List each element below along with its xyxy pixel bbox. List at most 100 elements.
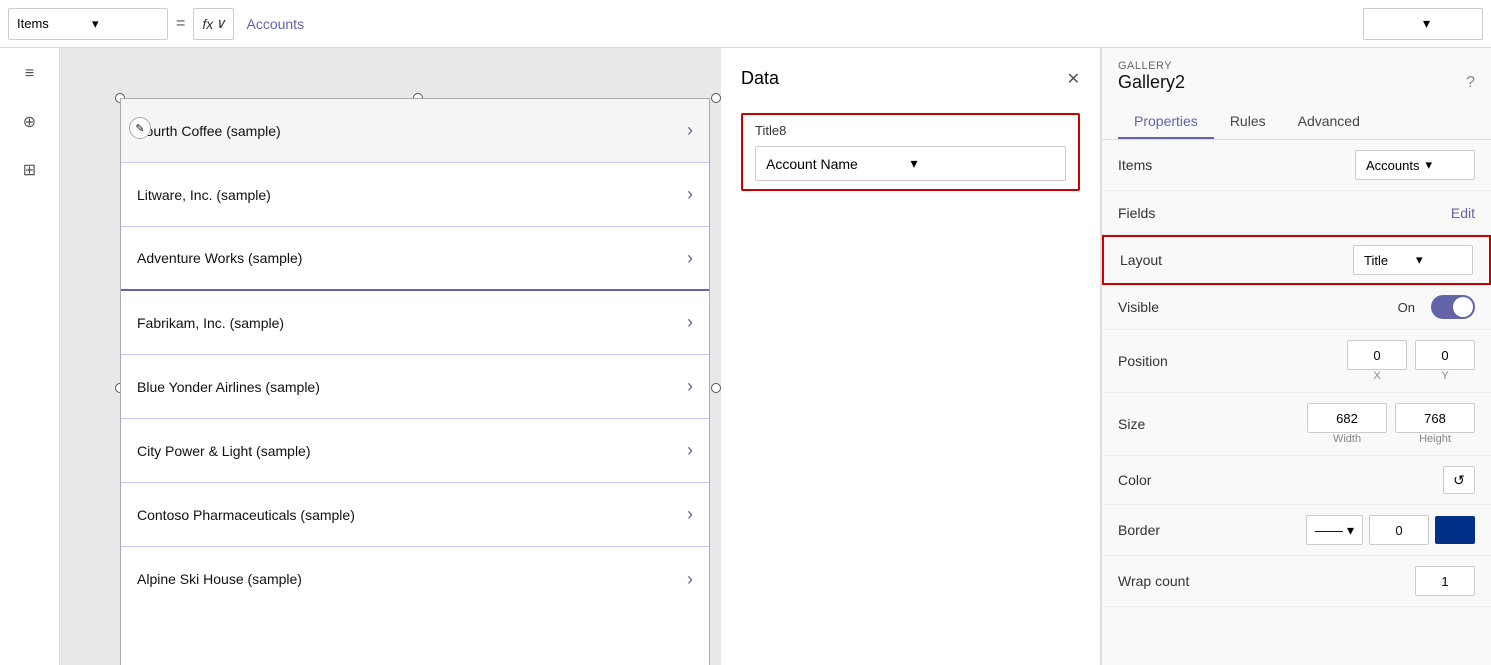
equals-icon: =	[172, 15, 189, 33]
position-x-input[interactable]	[1347, 340, 1407, 370]
layout-dropdown-chevron: ▾	[1416, 252, 1462, 268]
toggle-knob	[1453, 297, 1473, 317]
border-controls: —— ▾	[1306, 515, 1475, 545]
gallery-item[interactable]: Blue Yonder Airlines (sample) ›	[121, 355, 709, 419]
sidebar-menu-icon[interactable]: ≡	[16, 60, 44, 88]
visible-toggle[interactable]	[1431, 295, 1475, 319]
wrap-count-input[interactable]	[1415, 566, 1475, 596]
border-style-chevron: ▾	[1347, 522, 1354, 539]
fields-prop-label: Fields	[1118, 205, 1238, 221]
tab-properties[interactable]: Properties	[1118, 105, 1214, 139]
size-row: Size Width Height	[1102, 393, 1491, 456]
gallery-item-chevron: ›	[687, 312, 693, 333]
size-prop-value: Width Height	[1238, 403, 1475, 445]
layout-row: Layout Title ▾	[1102, 235, 1491, 285]
layout-prop-value: Title ▾	[1240, 245, 1473, 275]
size-width-input[interactable]	[1307, 403, 1387, 433]
items-value-dropdown[interactable]: Accounts ▾	[1355, 150, 1475, 180]
color-swatch[interactable]: ↺	[1443, 466, 1475, 494]
handle-mr[interactable]	[711, 383, 721, 393]
visible-prop-label: Visible	[1118, 299, 1238, 315]
items-prop-label: Items	[1118, 157, 1238, 173]
gallery-name: Gallery2	[1118, 72, 1185, 93]
fields-edit-link[interactable]: Edit	[1451, 205, 1475, 221]
position-prop-value: X Y	[1238, 340, 1475, 382]
gallery-item[interactable]: Alpine Ski House (sample) ›	[121, 547, 709, 611]
gallery-item-text: Contoso Pharmaceuticals (sample)	[137, 507, 687, 523]
gallery-widget: ✎ Fourth Coffee (sample) › Litware, Inc.…	[120, 98, 710, 665]
right-dropdown[interactable]: ▾	[1363, 8, 1483, 40]
color-row: Color ↺	[1102, 456, 1491, 505]
props-panel-header: GALLERY Gallery2 ?	[1102, 48, 1491, 97]
gallery-item-chevron: ›	[687, 569, 693, 590]
position-prop-label: Position	[1118, 353, 1238, 369]
data-field-dropdown[interactable]: Account Name ▾	[755, 146, 1066, 181]
data-panel-header: Data ✕	[721, 48, 1100, 101]
pos-x-group: X	[1347, 340, 1407, 382]
items-label: Items	[17, 16, 84, 31]
gallery-item[interactable]: Fabrikam, Inc. (sample) ›	[121, 291, 709, 355]
gallery-item[interactable]: Contoso Pharmaceuticals (sample) ›	[121, 483, 709, 547]
size-width-label: Width	[1333, 433, 1361, 445]
items-dropdown[interactable]: Items ▾	[8, 8, 168, 40]
help-icon[interactable]: ?	[1466, 74, 1475, 92]
border-style-dropdown[interactable]: —— ▾	[1306, 515, 1363, 545]
layout-value-text: Title	[1364, 253, 1410, 268]
top-bar: Items ▾ = fx ∨ Accounts ▾	[0, 0, 1491, 48]
data-panel-title: Data	[741, 68, 779, 89]
tab-rules[interactable]: Rules	[1214, 105, 1282, 139]
fields-prop-value: Edit	[1238, 205, 1475, 221]
gallery-item-text: Alpine Ski House (sample)	[137, 571, 687, 587]
gallery-item-text: Fourth Coffee (sample)	[137, 123, 687, 139]
size-height-group: Height	[1395, 403, 1475, 445]
props-tabs: Properties Rules Advanced	[1102, 105, 1491, 140]
gallery-item[interactable]: Adventure Works (sample) ›	[121, 227, 709, 291]
sidebar-grid-icon[interactable]: ⊞	[16, 156, 44, 184]
gallery-item[interactable]: Fourth Coffee (sample) ›	[121, 99, 709, 163]
properties-panel: GALLERY Gallery2 ? Properties Rules Adva…	[1101, 48, 1491, 665]
gallery-item[interactable]: City Power & Light (sample) ›	[121, 419, 709, 483]
gallery-item-chevron: ›	[687, 184, 693, 205]
size-width-group: Width	[1307, 403, 1387, 445]
wrap-count-row: Wrap count	[1102, 556, 1491, 607]
gallery-item-chevron: ›	[687, 440, 693, 461]
gallery-item-chevron: ›	[687, 504, 693, 525]
data-panel-body: Title8 Account Name ▾	[721, 101, 1100, 203]
data-field-box: Title8 Account Name ▾	[741, 113, 1080, 191]
formula-value: Accounts	[238, 12, 1359, 36]
sidebar-add-icon[interactable]: ⊕	[16, 108, 44, 136]
border-row: Border —— ▾	[1102, 505, 1491, 556]
position-row: Position X Y	[1102, 330, 1491, 393]
pos-y-label: Y	[1441, 370, 1448, 382]
border-width-input[interactable]	[1369, 515, 1429, 545]
size-prop-label: Size	[1118, 416, 1238, 432]
data-panel-close-button[interactable]: ✕	[1067, 69, 1080, 89]
visible-row: Visible On	[1102, 285, 1491, 330]
position-y-input[interactable]	[1415, 340, 1475, 370]
handle-tr[interactable]	[711, 93, 721, 103]
canvas-area: ✎ Fourth Coffee (sample) › Litware, Inc.…	[60, 48, 721, 665]
gallery-item-text: Fabrikam, Inc. (sample)	[137, 315, 687, 331]
items-dropdown-chevron: ▾	[1425, 157, 1464, 173]
fx-button[interactable]: fx ∨	[193, 8, 234, 40]
layout-value-dropdown[interactable]: Title ▾	[1353, 245, 1473, 275]
items-row: Items Accounts ▾	[1102, 140, 1491, 191]
color-prop-label: Color	[1118, 472, 1238, 488]
gallery-item-chevron: ›	[687, 376, 693, 397]
border-prop-label: Border	[1118, 522, 1238, 538]
fields-row: Fields Edit	[1102, 191, 1491, 235]
wrap-count-value	[1238, 566, 1475, 596]
pos-y-group: Y	[1415, 340, 1475, 382]
border-color-swatch[interactable]	[1435, 516, 1475, 544]
tab-advanced[interactable]: Advanced	[1282, 105, 1376, 139]
visible-prop-value: On	[1238, 295, 1475, 319]
fx-label: fx	[202, 16, 213, 32]
data-field-value: Account Name	[766, 156, 911, 172]
color-prop-value: ↺	[1238, 466, 1475, 494]
edit-pencil-icon[interactable]: ✎	[129, 117, 151, 139]
wrap-count-label: Wrap count	[1118, 573, 1238, 589]
size-height-input[interactable]	[1395, 403, 1475, 433]
gallery-item[interactable]: Litware, Inc. (sample) ›	[121, 163, 709, 227]
pos-x-label: X	[1373, 370, 1380, 382]
size-height-label: Height	[1419, 433, 1451, 445]
